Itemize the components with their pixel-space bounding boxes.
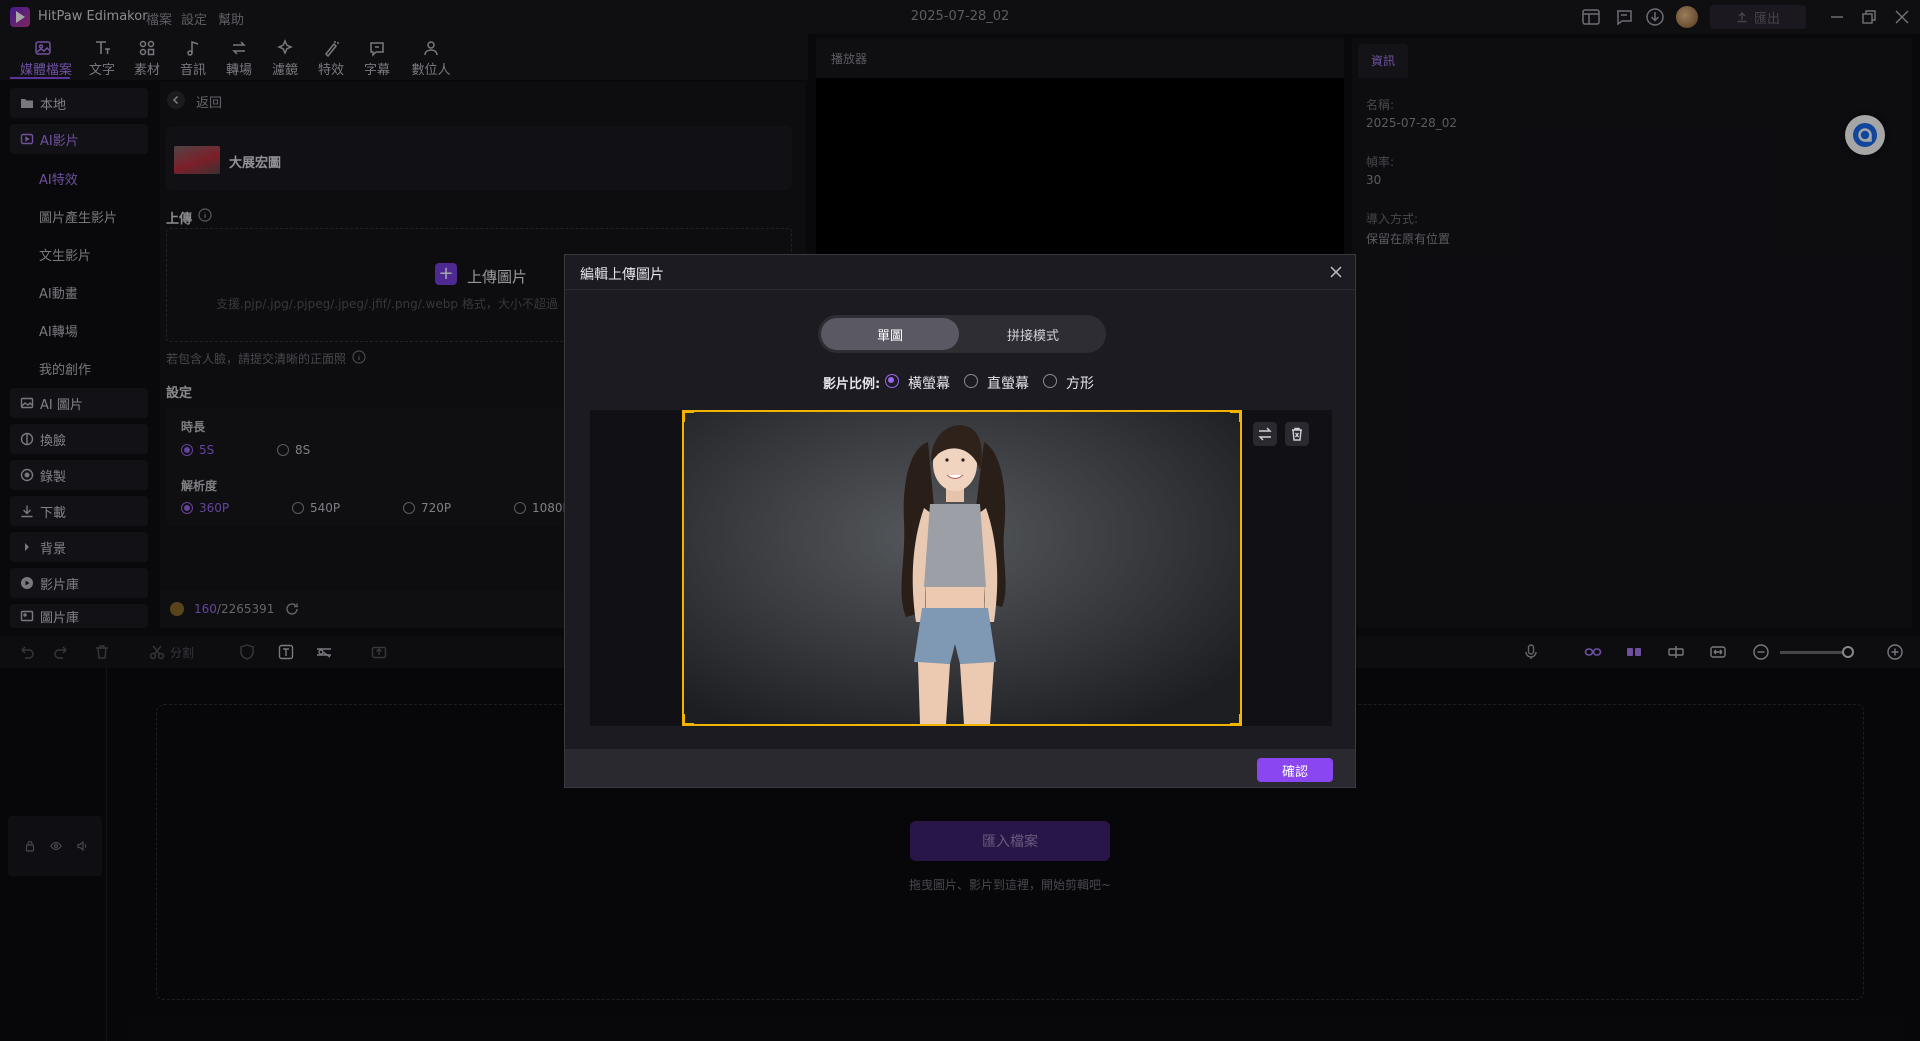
crop-corner-bottom-right[interactable] [1230, 714, 1240, 724]
trash-icon [1292, 427, 1302, 441]
dialog-footer: 確認 [565, 749, 1355, 787]
aspect-ratio-label: 影片比例: [823, 377, 881, 392]
dialog-header [565, 255, 1355, 290]
aspect-portrait-label: 直螢幕 [987, 376, 1029, 392]
confirm-button[interactable]: 確認 [1257, 758, 1333, 782]
woman-portrait-illustration [684, 412, 1240, 724]
aspect-landscape-label: 橫螢幕 [908, 376, 950, 392]
crop-corner-top-right[interactable] [1230, 412, 1240, 422]
edit-upload-image-dialog: 編輯上傳圖片 單圖 拼接模式 影片比例: 橫螢幕 直螢幕 方形 確認 [564, 254, 1356, 788]
replace-image-button[interactable] [1253, 422, 1277, 446]
close-icon[interactable] [1329, 265, 1343, 279]
aspect-square-label: 方形 [1066, 376, 1094, 392]
aspect-square-radio[interactable] [1043, 374, 1057, 388]
image-canvas [590, 410, 1332, 726]
aspect-portrait-radio[interactable] [964, 374, 978, 388]
dialog-title: 編輯上傳圖片 [580, 267, 664, 283]
crop-corner-bottom-left[interactable] [684, 714, 694, 724]
mode-switch: 單圖 拼接模式 [818, 315, 1106, 353]
mode-single-button[interactable]: 單圖 [821, 318, 959, 350]
swap-icon [1258, 427, 1272, 441]
aspect-landscape-radio[interactable] [885, 374, 899, 388]
crop-corner-top-left[interactable] [684, 412, 694, 422]
delete-image-button[interactable] [1285, 422, 1309, 446]
uploaded-photo[interactable] [682, 410, 1242, 726]
mode-collage-button[interactable]: 拼接模式 [964, 318, 1102, 350]
